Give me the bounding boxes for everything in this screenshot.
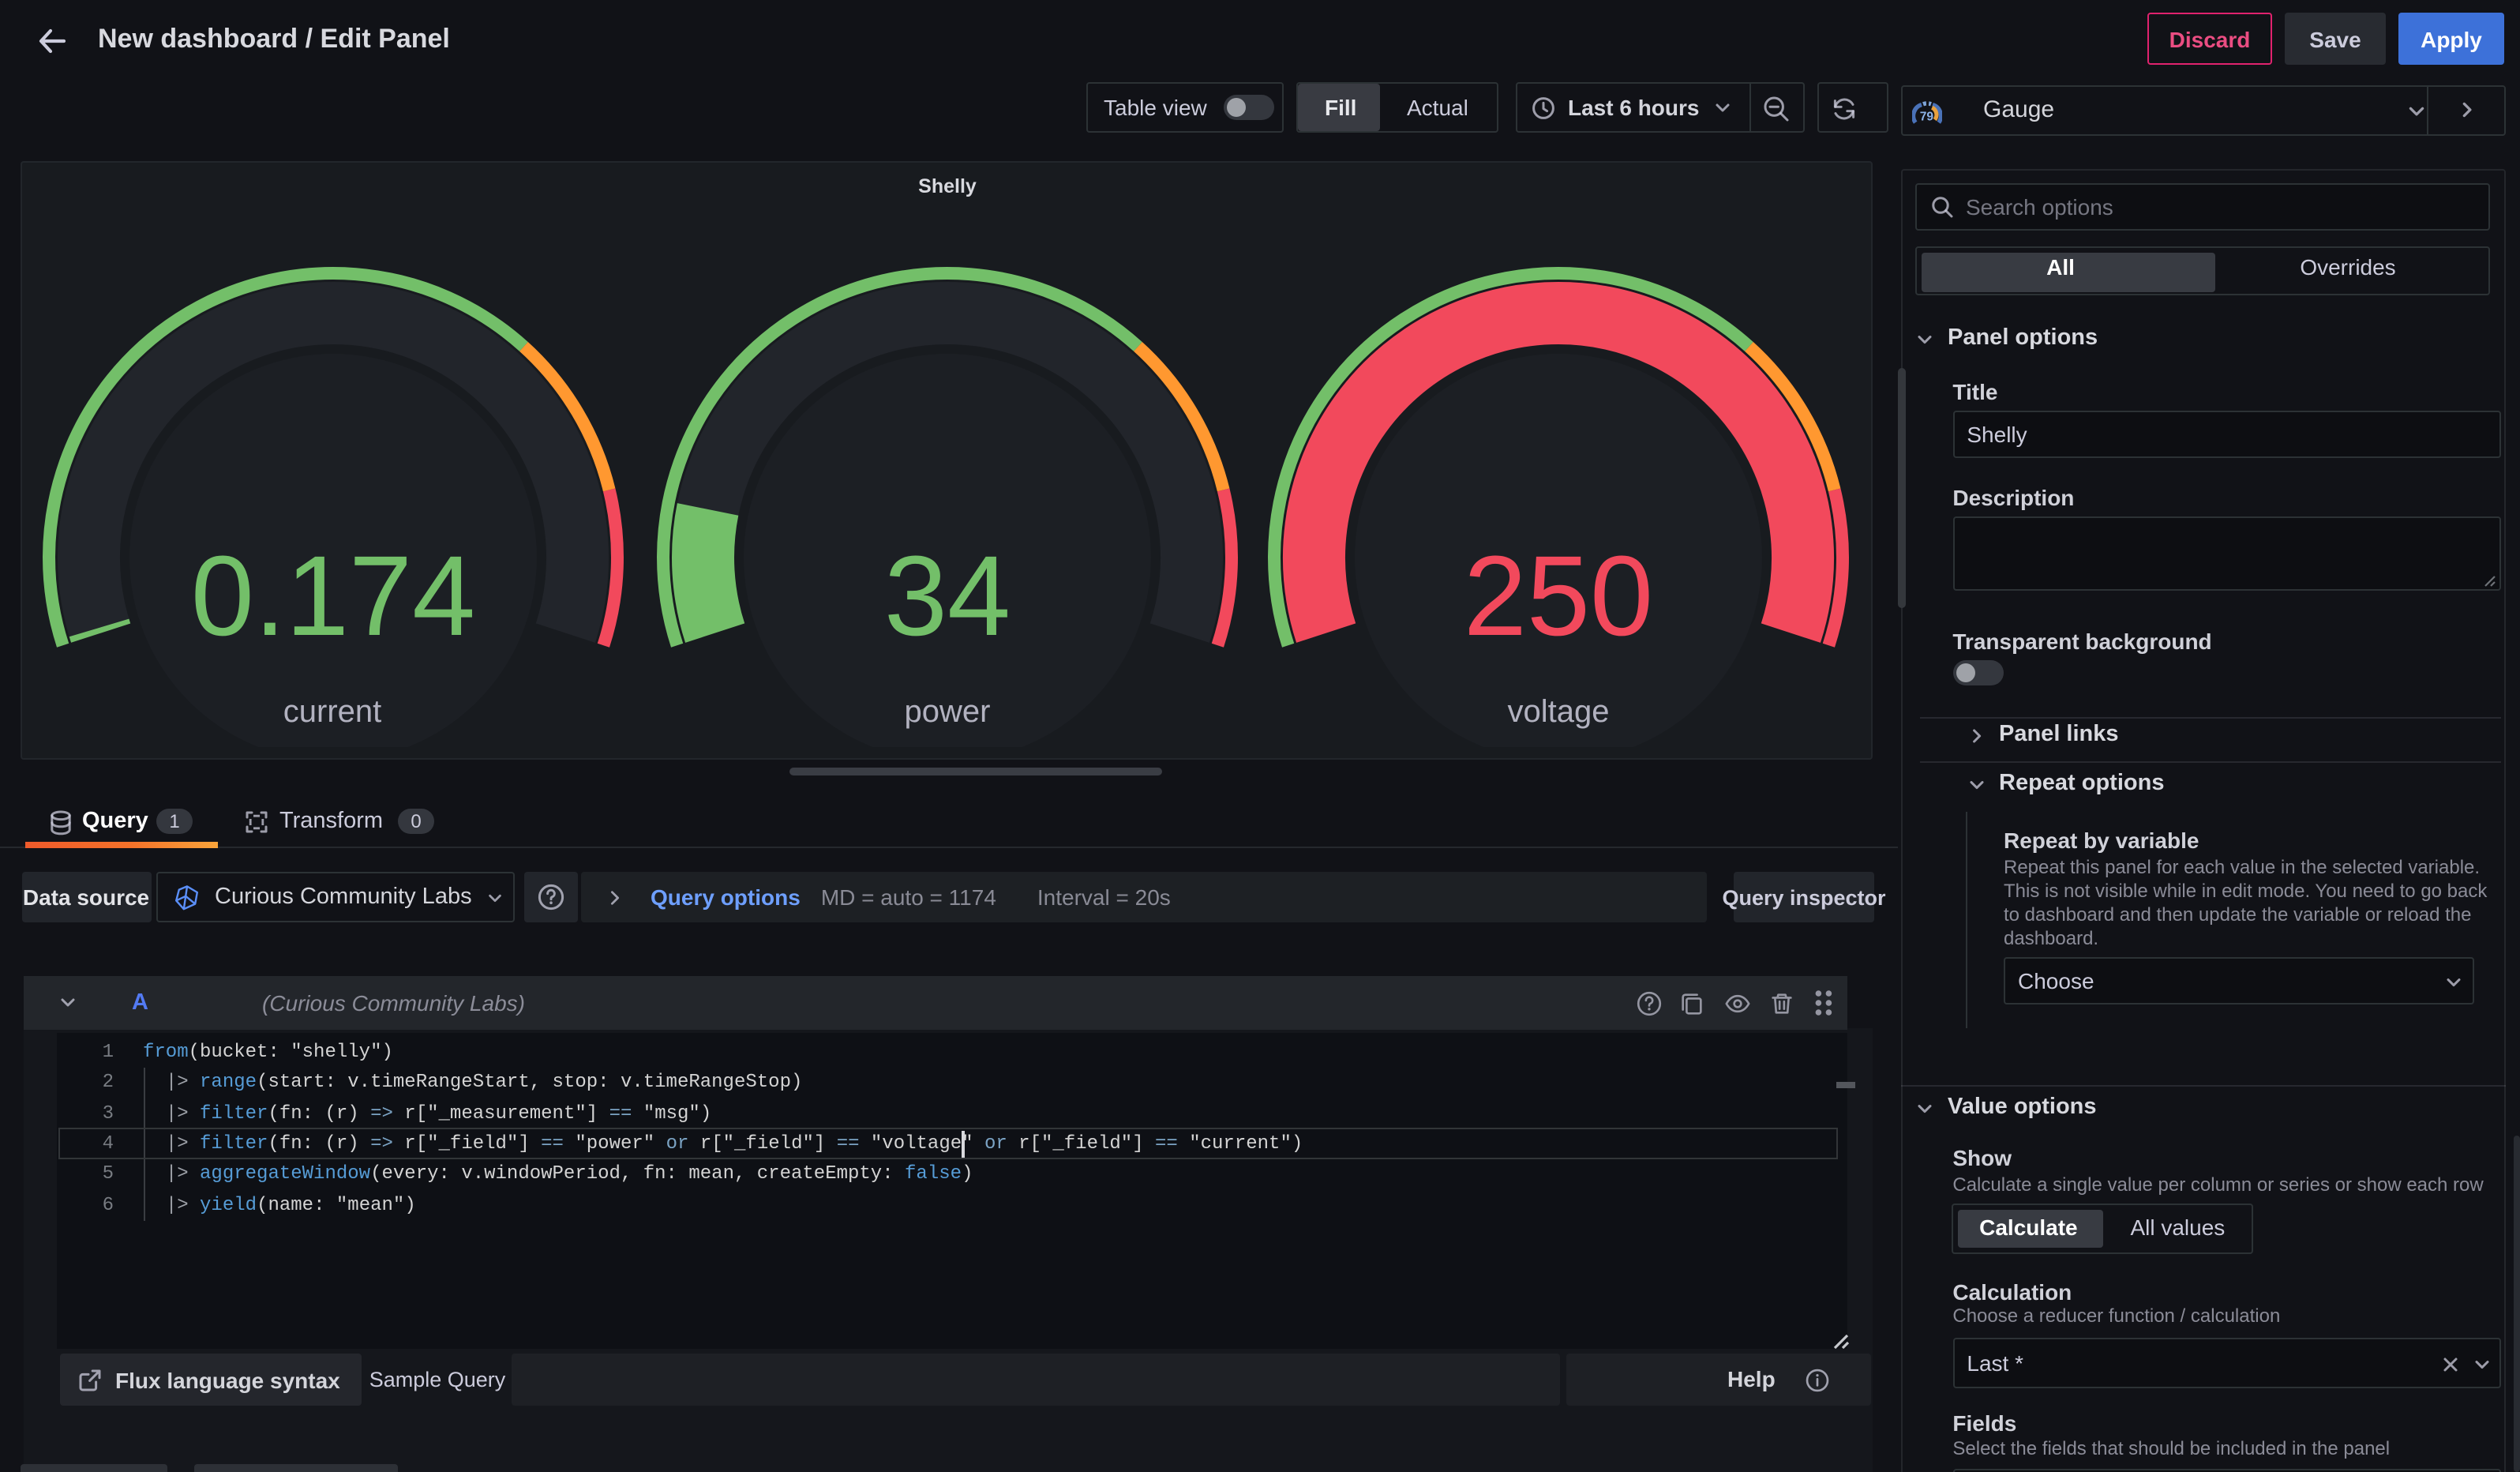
svg-text:0.174: 0.174 [190, 532, 474, 659]
svg-text:250: 250 [1464, 532, 1653, 659]
svg-text:79: 79 [1920, 109, 1934, 122]
svg-text:34: 34 [884, 532, 1011, 659]
